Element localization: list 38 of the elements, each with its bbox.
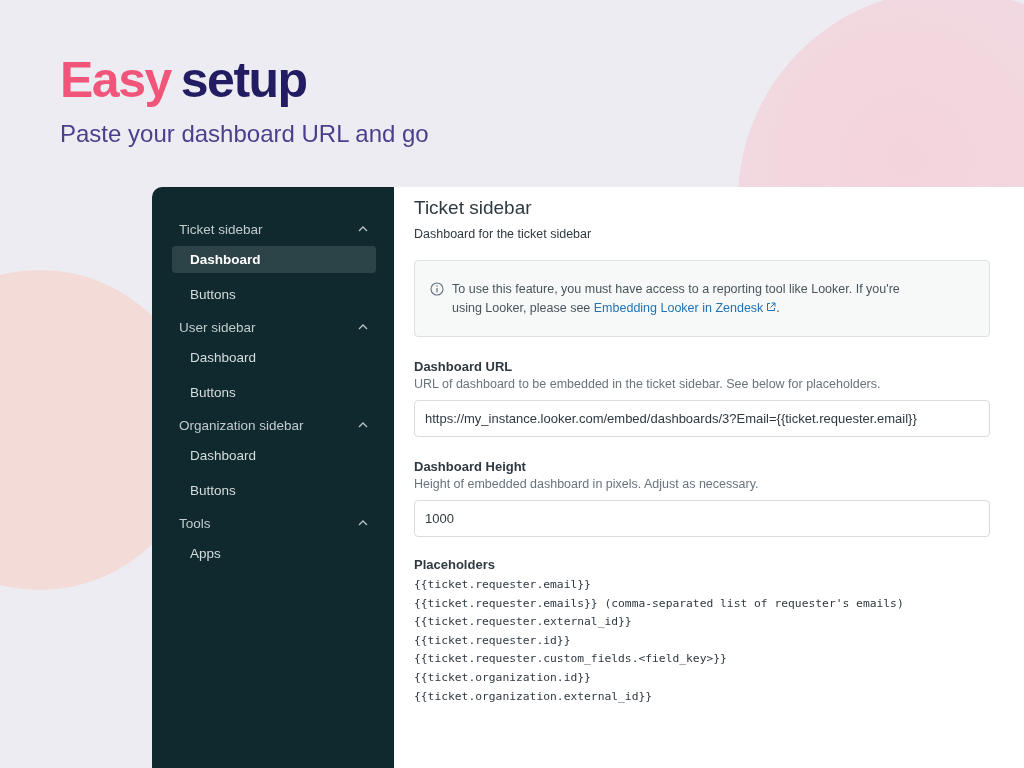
- field-label: Dashboard Height: [414, 459, 527, 474]
- page-description: Dashboard for the ticket sidebar: [414, 227, 593, 241]
- chevron-icon: [358, 422, 368, 428]
- input-field[interactable]: 1000: [414, 500, 990, 537]
- field-label: Dashboard URL: [414, 359, 514, 374]
- chevron-icon: [358, 226, 368, 232]
- input-field[interactable]: https://my_instance.looker.com/embed/dashboards/3?Email={{ticket.requester.email}}: [414, 400, 990, 437]
- documentation-link[interactable]: Embedding Looker in Zendesk: [593, 301, 777, 315]
- chevron-icon: [358, 324, 368, 330]
- notice-text: To use this feature, you must have access to a reporting tool like Looker. If you're using Looker, please see Embedding Looker in Zendesk .: [452, 281, 901, 317]
- placeholder-line: {{ticket.requester.id}}: [414, 632, 572, 649]
- subtitle: Paste your dashboard URL and go: [60, 120, 430, 148]
- section-label: Placeholders: [414, 557, 496, 572]
- sidebar-group[interactable]: Organization sidebar: [179, 414, 368, 436]
- headline-accent: Easy: [60, 52, 171, 108]
- field-hint: URL of dashboard to be embedded in the ticket sidebar. See below for placeholders.: [414, 377, 882, 391]
- sidebar-item[interactable]: Apps: [172, 540, 376, 567]
- external-link-icon: [766, 302, 777, 312]
- sidebar-item[interactable]: Buttons: [172, 477, 376, 504]
- placeholder-line: {{ticket.organization.external_id}}: [414, 688, 654, 705]
- sidebar-item[interactable]: Buttons: [172, 379, 376, 406]
- chevron-icon: [358, 520, 368, 526]
- placeholder-line: {{ticket.requester.email}}: [414, 577, 592, 593]
- placeholder-line: {{ticket.requester.custom_fields.<field_key>}}: [414, 651, 728, 668]
- page-title: Ticket sidebar: [414, 197, 533, 219]
- placeholder-line: {{ticket.requester.emails}} (comma-separated list of requester's emails): [414, 595, 905, 612]
- sidebar-group[interactable]: Tools: [179, 512, 368, 534]
- field-hint: Height of embedded dashboard in pixels. Adjust as necessary.: [414, 477, 760, 491]
- sidebar-group[interactable]: User sidebar: [179, 316, 368, 338]
- sidebar-item[interactable]: Dashboard: [172, 344, 376, 371]
- sidebar-item[interactable]: Buttons: [172, 281, 376, 308]
- headline: setup: [180, 52, 307, 108]
- sidebar-item[interactable]: Dashboard: [172, 246, 376, 273]
- sidebar-item[interactable]: Dashboard: [172, 442, 376, 469]
- info-icon: [430, 282, 444, 296]
- sidebar-group[interactable]: Ticket sidebar: [179, 218, 368, 240]
- placeholder-line: {{ticket.organization.id}}: [414, 669, 592, 686]
- placeholder-line: {{ticket.requester.external_id}}: [414, 614, 633, 631]
